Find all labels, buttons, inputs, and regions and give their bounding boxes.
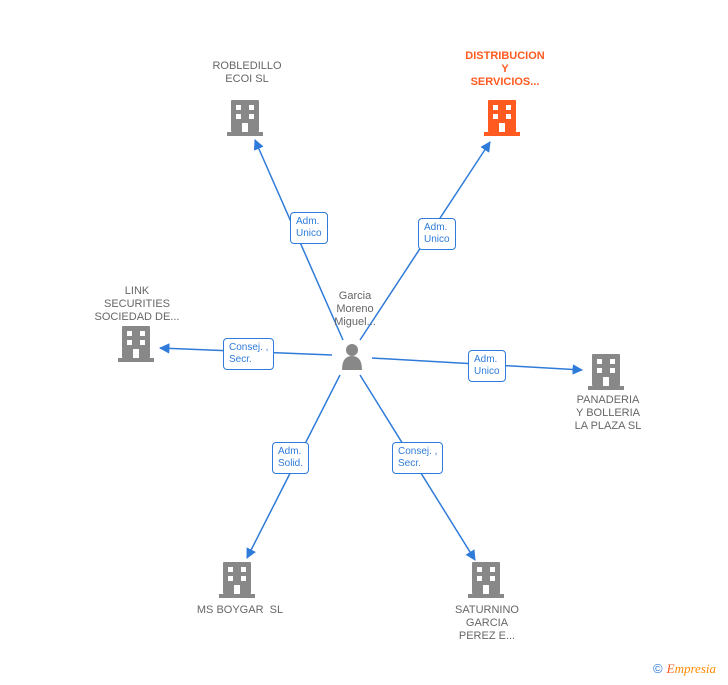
edge-label-robledillo: Adm. Unico	[290, 212, 328, 244]
edge-label-link: Consej. , Secr.	[223, 338, 274, 370]
watermark: © Empresia	[653, 661, 716, 677]
node-label-saturnino[interactable]: SATURNINO GARCIA PEREZ E...	[432, 604, 542, 643]
building-icon-link[interactable]	[118, 326, 154, 362]
edge-label-panaderia: Adm. Unico	[468, 350, 506, 382]
building-icon-robledillo[interactable]	[227, 100, 263, 136]
brand-logo: Empresia	[667, 661, 716, 676]
node-label-robledillo[interactable]: ROBLEDILLO ECOI SL	[192, 60, 302, 86]
edge-label-msboygar: Adm. Solid.	[272, 442, 309, 474]
person-icon	[342, 344, 362, 370]
edge-label-distribucion: Adm. Unico	[418, 218, 456, 250]
node-label-link[interactable]: LINK SECURITIES SOCIEDAD DE...	[82, 285, 192, 324]
building-icon-saturnino[interactable]	[468, 562, 504, 598]
building-icon-distribucion[interactable]	[484, 100, 520, 136]
node-label-msboygar[interactable]: MS BOYGAR SL	[185, 604, 295, 617]
node-label-panaderia[interactable]: PANADERIA Y BOLLERIA LA PLAZA SL	[558, 394, 658, 433]
node-label-distribucion[interactable]: DISTRIBUCION Y SERVICIOS...	[450, 50, 560, 89]
center-person-label: Garcia Moreno Miguel...	[320, 290, 390, 329]
diagram-svg	[0, 0, 728, 685]
edge-label-saturnino: Consej. , Secr.	[392, 442, 443, 474]
building-icon-panaderia[interactable]	[588, 354, 624, 390]
building-icon-msboygar[interactable]	[219, 562, 255, 598]
copyright-symbol: ©	[653, 661, 663, 676]
network-diagram: Garcia Moreno Miguel... ROBLEDILLO ECOI …	[0, 0, 728, 685]
